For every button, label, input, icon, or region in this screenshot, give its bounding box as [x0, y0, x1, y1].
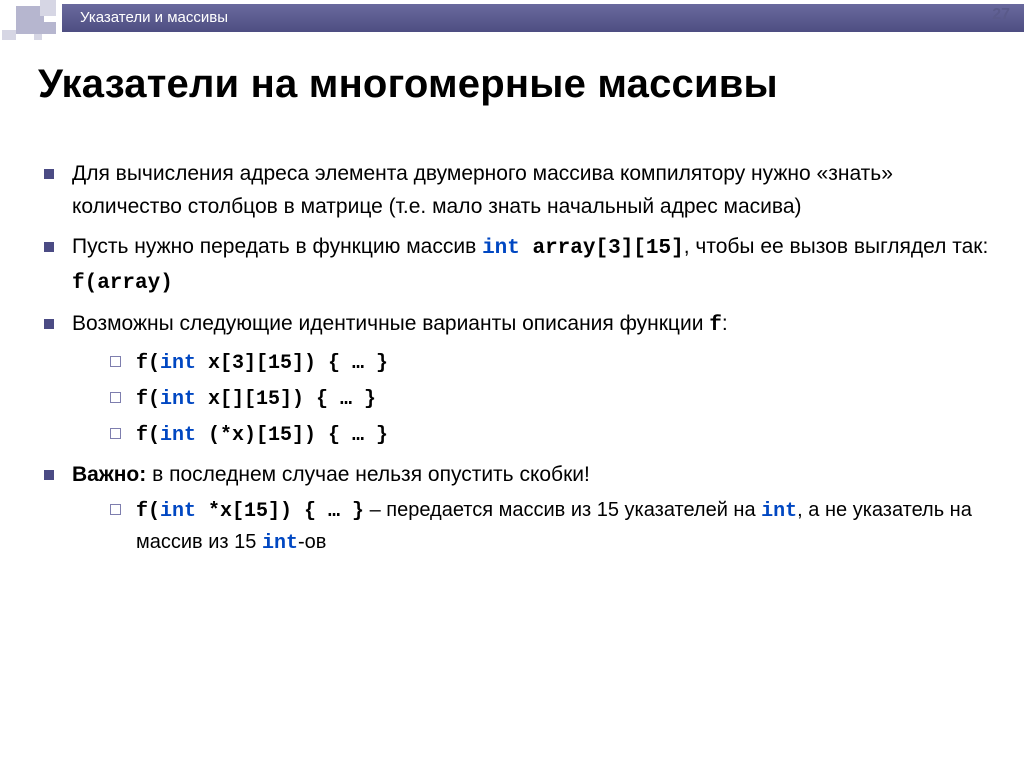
- deco-square: [34, 34, 42, 40]
- bullet-item: Для вычисления адреса элемента двумерног…: [38, 158, 994, 223]
- text-run: :: [722, 312, 728, 335]
- section-header: Указатели и массивы: [62, 4, 1024, 32]
- code-text: (*x)[15]) { … }: [196, 424, 388, 447]
- bullet-text: Возможны следующие идентичные варианты о…: [72, 308, 994, 343]
- text-run: в последнем случае нельзя опустить скобк…: [146, 463, 590, 486]
- code-text: f(: [136, 352, 160, 375]
- code-text: f(: [136, 500, 160, 523]
- code-text: f: [709, 314, 722, 337]
- slide-title: Указатели на многомерные массивы: [38, 62, 778, 107]
- bullet-item: Возможны следующие идентичные варианты о…: [38, 308, 994, 451]
- code-text: int: [160, 500, 196, 523]
- sub-bullet-item: f(int x[][15]) { … }: [72, 383, 994, 415]
- bullet-list: Для вычисления адреса элемента двумерног…: [38, 158, 994, 559]
- sub-bullet-item: f(int *x[15]) { … } – передается массив …: [72, 495, 994, 559]
- deco-square: [44, 22, 56, 34]
- code-text: int: [160, 352, 196, 375]
- code-text: x[][15]) { … }: [196, 388, 376, 411]
- code-text: x[3][15]) { … }: [196, 352, 388, 375]
- slide-body: Для вычисления адреса элемента двумерног…: [38, 158, 994, 567]
- code-text: int: [262, 532, 298, 555]
- text-run: , чтобы ее вызов выглядел так:: [684, 235, 989, 258]
- deco-square: [2, 30, 16, 40]
- code-text: int: [761, 500, 797, 523]
- bullet-item: Важно: в последнем случае нельзя опустит…: [38, 459, 994, 560]
- code-text: f(: [136, 388, 160, 411]
- section-title: Указатели и массивы: [80, 9, 228, 26]
- text-run: -ов: [298, 531, 326, 553]
- code-text: f(array): [72, 272, 173, 295]
- code-text: array[3][15]: [520, 237, 684, 260]
- sub-bullet-list: f(int *x[15]) { … } – передается массив …: [72, 495, 994, 559]
- bullet-text: Важно: в последнем случае нельзя опустит…: [72, 459, 994, 492]
- code-text: int: [160, 424, 196, 447]
- code-text: int: [160, 388, 196, 411]
- bullet-text: Для вычисления адреса элемента двумерног…: [72, 158, 994, 223]
- code-text: int: [482, 237, 520, 260]
- sub-bullet-list: f(int x[3][15]) { … }f(int x[][15]) { … …: [72, 347, 994, 451]
- sub-bullet-item: f(int x[3][15]) { … }: [72, 347, 994, 379]
- text-run: Возможны следующие идентичные варианты о…: [72, 312, 709, 335]
- bullet-text: Пусть нужно передать в функцию массив in…: [72, 231, 994, 300]
- corner-decoration: [0, 0, 70, 40]
- page-number: 27: [992, 6, 1010, 24]
- text-run: Пусть нужно передать в функцию массив: [72, 235, 482, 258]
- code-text: f(: [136, 424, 160, 447]
- bullet-item: Пусть нужно передать в функцию массив in…: [38, 231, 994, 300]
- text-run: – передается массив из 15 указателей на: [364, 499, 761, 521]
- code-text: *x[15]) { … }: [196, 500, 364, 523]
- deco-square: [40, 0, 56, 16]
- slide: Указатели и массивы 27 Указатели на мног…: [0, 0, 1024, 767]
- sub-bullet-item: f(int (*x)[15]) { … }: [72, 419, 994, 451]
- text-run: Важно:: [72, 463, 146, 486]
- text-run: Для вычисления адреса элемента двумерног…: [72, 162, 893, 218]
